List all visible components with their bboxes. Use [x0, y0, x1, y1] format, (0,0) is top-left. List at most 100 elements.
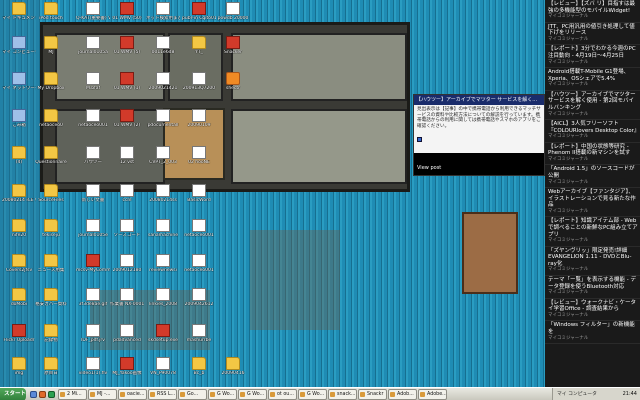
desktop-icon[interactable]: Q-KAT(重要書) Ver.6 入門 [76, 2, 110, 36]
desktop-icon[interactable]: 2009012180 [110, 254, 144, 288]
desktop-icon[interactable]: ccnl [110, 184, 144, 218]
desktop-icon[interactable]: video1(1).flv [76, 357, 110, 391]
snackr-notification-popup[interactable]: 【ハウツー】アーカイブでマツター サービスを解く... 見出表示は【記事】の中で… [413, 94, 545, 176]
news-item-title[interactable]: 【レポート】中国の状態等研究 - Phenom II搭載の新マシンを試す [548, 144, 638, 157]
quicklaunch-desktop-icon[interactable] [30, 391, 37, 398]
desktop-icon[interactable]: CVPT_2_003 [146, 146, 180, 180]
taskbar-window-button[interactable]: Adobe... [418, 389, 447, 400]
taskbar-window-button[interactable]: Go... [178, 389, 207, 400]
news-item[interactable]: 【レビュー】ウォークナビ・ケータイ学習Office - 調査結果から マイコミジャ… [545, 299, 640, 322]
desktop-icon[interactable]: ハウツー [76, 146, 110, 180]
desktop-icon[interactable]: 20090109 [182, 109, 216, 143]
desktop-icon[interactable]: pubr-in Cqito01 [182, 2, 216, 36]
desktop-icon[interactable]: shectr [216, 72, 250, 106]
taskbar-window-button[interactable]: G Wo... [208, 389, 237, 400]
view-post-link[interactable]: View post [417, 165, 441, 171]
desktop-icon[interactable]: img [2, 357, 36, 391]
desktop-icon[interactable]: マイ コンピュータ [2, 36, 36, 70]
news-item[interactable]: 「Windows フィルター」の新機能を マイコミジャーナル [545, 321, 640, 344]
news-item[interactable]: 「ズヤンヴリッ」限定発売!詳細EVANGELION 1.11 - DVDとBlu… [545, 247, 640, 276]
desktop-icon[interactable]: 作業書 NX-0001 [110, 288, 144, 322]
news-item[interactable]: 【レポート】3分でわかる今週のPC注目動向 - 4月19日〜4月25日 マイコミジ… [545, 45, 640, 69]
desktop-icon[interactable]: My Dropbox [34, 72, 68, 106]
desktop-icon[interactable]: Bc_b [182, 357, 216, 391]
start-button[interactable]: スタート [0, 388, 26, 400]
desktop-icon[interactable]: doMobi [2, 288, 36, 322]
news-item-title[interactable]: 「ズヤンヴリッ」限定発売!詳細EVANGELION 1.11 - DVDとBlu… [548, 248, 638, 268]
desktop-icon[interactable]: journal0105e [76, 219, 110, 253]
desktop-icon[interactable]: 01 WMV (5) [110, 36, 144, 70]
desktop-icon[interactable]: IDF_pdf.jrv [76, 324, 110, 358]
desktop-icon[interactable]: ニュース用集 [34, 254, 68, 288]
news-item-title[interactable]: 【レビュー】【ズバ リ】目指すは最強の多機能型のモバイルWidget! [548, 1, 638, 14]
desktop-icon[interactable]: Covers2jfsv [2, 254, 36, 288]
desktop-icon[interactable]: netaoceo0 [34, 109, 68, 143]
desktop-icon[interactable]: netaoceo001 [182, 254, 216, 288]
desktop-icon[interactable]: netaoceo001 [76, 109, 110, 143]
news-item[interactable]: Webアーカイブ【ファンタジア】、イラストレーションで見る新たな作品 マイコミジャ… [545, 188, 640, 218]
news-item-title[interactable]: 【AICL】3人気フリーソフト『COLOURlovers Desktop Col… [548, 121, 639, 134]
popup-title[interactable]: 【ハウツー】アーカイブでマツター サービスを解く... [414, 95, 544, 105]
desktop-icon[interactable]: MJ [34, 36, 68, 70]
desktop-icon[interactable]: ごみ箱 [2, 109, 36, 143]
taskbar-window-button[interactable]: 2 Mi... [58, 389, 87, 400]
news-item[interactable]: 「Android 1.5」のソースコードが公開 マイコミジャーナル [545, 165, 640, 189]
desktop-icon[interactable]: pdocumentall [146, 109, 180, 143]
news-item[interactable]: JTT、PC用汎用の値引き処理して値下げをリリース マイコミジャーナル [545, 23, 640, 46]
news-item[interactable]: 【レポート】中国の状態等研究 - Phenom II搭載の新マシンを試す マイコミ… [545, 143, 640, 166]
news-item[interactable]: 【ハウツー】アーカイブでマツターサービスを解く使用 - 第2回モバイルバンキング… [545, 91, 640, 121]
desktop-icon[interactable]: VN_P90078 [146, 357, 180, 391]
desktop-icon[interactable]: 0011e6d8 [146, 36, 180, 70]
desktop-icon[interactable]: MJ_Yakoo画像 [110, 357, 144, 391]
news-item-title[interactable]: JTT、PC用汎用の値引き処理して値下げをリリース [548, 24, 638, 37]
desktop-icon[interactable]: 12 vst [110, 146, 144, 180]
taskbar-window-button[interactable]: MJ -... [88, 389, 117, 400]
desktop-icon[interactable]: iPod touch [34, 2, 68, 36]
news-item[interactable]: Android搭載T-Mobile G1登場、Xperia、OSシェアで5.4%… [545, 68, 640, 91]
desktop-icon[interactable]: journal0105a [76, 36, 110, 70]
taskbar-window-button[interactable]: Snackr [358, 389, 387, 400]
taskbar-window-button[interactable]: G Wo... [238, 389, 267, 400]
news-item-title[interactable]: 【ハウツー】アーカイブでマツターサービスを解く使用 - 第2回モバイルバンキング [548, 92, 638, 112]
desktop-icon[interactable]: 20080214 iCE WF用 画像 [2, 184, 36, 218]
news-item-title[interactable]: 「Android 1.5」のソースコードが公開 [548, 166, 638, 179]
desktop-icon[interactable]: 01 WMV (50) [110, 2, 144, 36]
news-item-title[interactable]: 【レポート】3分でわかる今週のPC注目動向 - 4月19日〜4月25日 [548, 46, 638, 59]
desktop-icon[interactable]: 3f3de8ae.gif [76, 288, 110, 322]
desktop-icon[interactable]: マイ ドキュメント [2, 2, 36, 36]
desktop-icon[interactable]: マイ ネットワーク [2, 72, 36, 106]
news-item-title[interactable]: 【レポート】知識アイテム部 - Webで調べることの新鮮なPC組み立てアプリ [548, 218, 638, 238]
desktop-icon[interactable]: 01 WMV (2) [110, 109, 144, 143]
news-item-title[interactable]: テーマ「ー覧」を表示する機能 - データ登録を使うBluetooth対応 [548, 277, 638, 290]
desktop-icon[interactable]: (4) [2, 146, 36, 180]
news-item[interactable]: テーマ「ー覧」を表示する機能 - データ登録を使うBluetooth対応 マイコミ… [545, 276, 640, 299]
taskbar-window-button[interactable]: ot ou... [268, 389, 297, 400]
desktop-icon[interactable]: tekiseju [34, 219, 68, 253]
desktop-icon[interactable]: BasicWord [182, 184, 216, 218]
desktop-icon[interactable]: 200913Q7200 [182, 72, 216, 106]
news-item-title[interactable]: Webアーカイブ【ファンタジア】、イラストレーションで見る新たな作品 [548, 189, 638, 209]
news-item[interactable]: 【レポート】知識アイテム部 - Webで調べることの新鮮なPC組み立てアプリ マイ… [545, 217, 640, 247]
taskbar-window-button[interactable]: snack... [328, 389, 357, 400]
desktop-icon[interactable]: mcsv-MyComm [76, 254, 110, 288]
desktop-icon[interactable]: nife20 [2, 219, 36, 253]
desktop-icon[interactable]: netaoceo001 [182, 219, 216, 253]
news-item[interactable]: 【レビュー】【ズバ リ】目指すは最強の多機能型のモバイルWidget! マイコミジ… [545, 0, 640, 23]
desktop-icon[interactable]: linkies_2008 [146, 288, 180, 322]
quicklaunch-firefox-icon[interactable] [39, 391, 46, 398]
news-item-title[interactable]: 【レビュー】ウォークナビ・ケータイ学習Office - 調査結果から [548, 300, 638, 313]
desktop-icon[interactable]: 01 WMV (1) [110, 72, 144, 106]
desktop-icon[interactable]: ソースコード [110, 219, 144, 253]
desktop-icon[interactable]: ネット検索用まとめ [146, 2, 180, 36]
desktop-icon[interactable]: 20090416 [216, 357, 250, 391]
desktop-icon[interactable]: Flickr Uploadr [2, 324, 36, 358]
desktop-icon[interactable]: mashurrbe [182, 324, 216, 358]
desktop-icon[interactable]: 2009042612 [182, 288, 216, 322]
popup-checkbox-icon[interactable] [417, 137, 422, 142]
taskbar-window-button[interactable]: G Wo... [298, 389, 327, 400]
desktop-icon[interactable]: pdadvanced [110, 324, 144, 358]
desktop-icon[interactable]: reviewnewsi [146, 254, 180, 288]
desktop-icon[interactable]: 原目日 [34, 357, 68, 391]
desktop-icon[interactable]: M.bfaf [76, 72, 110, 106]
desktop-icon[interactable]: powdb 20000 [216, 2, 250, 36]
